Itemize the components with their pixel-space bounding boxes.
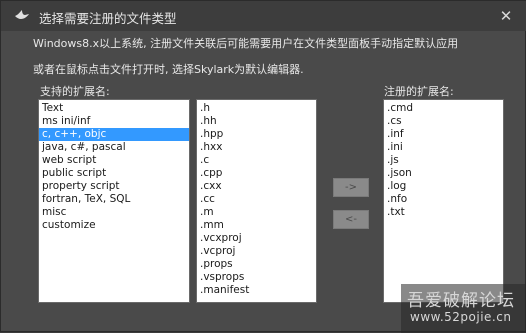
registered-extension-item[interactable]: .nfo	[384, 193, 503, 206]
description-line-2: 或者在鼠标点击文件打开时, 选择Skylark为默认编辑器.	[33, 63, 304, 76]
supported-type-item[interactable]: java, c#, pascal	[39, 141, 189, 154]
supported-type-item[interactable]: misc	[39, 206, 189, 219]
registered-extension-item[interactable]: .cmd	[384, 102, 503, 115]
extension-item[interactable]: .hpp	[197, 128, 316, 141]
add-extension-button[interactable]: ->	[333, 178, 369, 197]
extension-item[interactable]: .vsprops	[197, 271, 316, 284]
registered-extension-item[interactable]: .ini	[384, 141, 503, 154]
extension-item[interactable]: .c	[197, 154, 316, 167]
close-icon: ✕	[499, 7, 513, 25]
supported-type-item[interactable]: customize	[39, 219, 189, 232]
extension-item[interactable]: .mm	[197, 219, 316, 232]
supported-type-item[interactable]: property script	[39, 180, 189, 193]
close-button[interactable]: ✕	[495, 5, 517, 27]
supported-type-item[interactable]: Text	[39, 102, 189, 115]
title-bar[interactable]: 选择需要注册的文件类型 ✕	[1, 1, 526, 31]
extension-list[interactable]: .h .hh .hpp .hxx .c .cpp .cxx .cc .m .mm .vcxproj.…	[196, 99, 317, 303]
remove-extension-button[interactable]: <-	[333, 210, 369, 229]
extension-item[interactable]: .cpp	[197, 167, 316, 180]
supported-type-item[interactable]: web script	[39, 154, 189, 167]
supported-type-item[interactable]: fortran, TeX, SQL	[39, 193, 189, 206]
extension-item[interactable]: .vcxproj	[197, 232, 316, 245]
supported-type-item[interactable]: ms ini/inf	[39, 115, 189, 128]
registered-extension-item[interactable]: .cs	[384, 115, 503, 128]
watermark-url: www.52pojie.cn	[410, 310, 512, 324]
supported-types-list[interactable]: Text ms ini/inf c, c++, objc java, c#, pasc…	[38, 99, 190, 303]
extension-item[interactable]: .cxx	[197, 180, 316, 193]
extension-item[interactable]: .manifest	[197, 284, 316, 297]
supported-type-item[interactable]: c, c++, objc	[39, 128, 189, 141]
registered-extension-item[interactable]: .js	[384, 154, 503, 167]
extension-item[interactable]: .props	[197, 258, 316, 271]
supported-type-item[interactable]: public script	[39, 167, 189, 180]
window-title: 选择需要注册的文件类型	[39, 11, 177, 26]
registered-extension-item[interactable]: .json	[384, 167, 503, 180]
registered-extension-item[interactable]: .inf	[384, 128, 503, 141]
skylark-bird-icon	[15, 10, 29, 19]
extension-item[interactable]: .hh	[197, 115, 316, 128]
description-line-1: Windows8.x以上系统, 注册文件关联后可能需要用户在文件类型面板手动指定…	[33, 37, 459, 50]
registered-extension-list[interactable]: .cmd .cs .inf .ini .js .json .log .nfo .txt	[383, 99, 504, 303]
extension-item[interactable]: .vcproj	[197, 245, 316, 258]
registered-extension-item[interactable]: .txt	[384, 206, 503, 219]
supported-extensions-label: 支持的扩展名:	[40, 85, 110, 98]
registered-extensions-label: 注册的扩展名:	[384, 85, 454, 98]
extension-item[interactable]: .cc	[197, 193, 316, 206]
register-file-types-dialog: 选择需要注册的文件类型 ✕ Windows8.x以上系统, 注册文件关联后可能需…	[0, 0, 526, 333]
extension-item[interactable]: .hxx	[197, 141, 316, 154]
extension-item[interactable]: .h	[197, 102, 316, 115]
registered-extension-item[interactable]: .log	[384, 180, 503, 193]
extension-item[interactable]: .m	[197, 206, 316, 219]
watermark-text: 吾爱破解论坛	[407, 291, 515, 311]
